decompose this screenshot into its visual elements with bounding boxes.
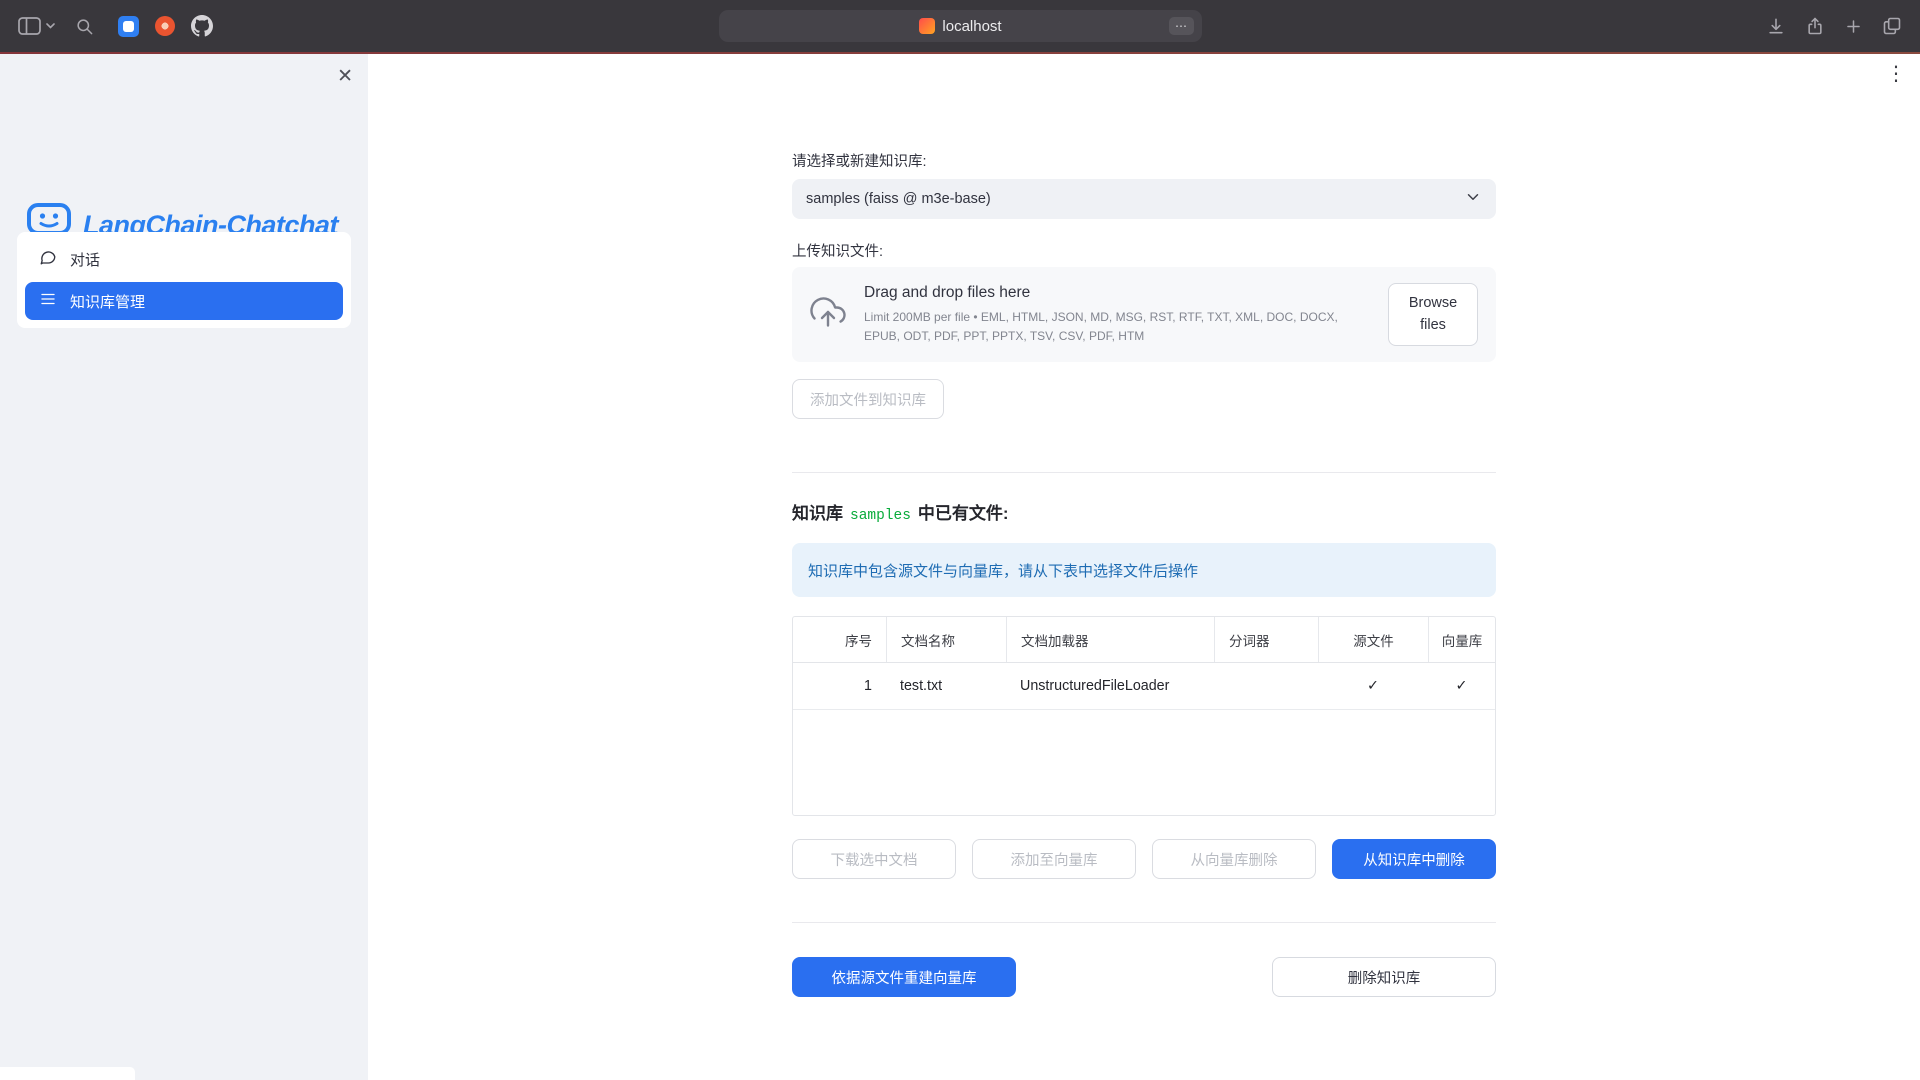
cell-loader: UnstructuredFileLoader bbox=[1006, 663, 1214, 709]
sidebar-item-label: 知识库管理 bbox=[70, 291, 145, 312]
share-icon bbox=[1805, 16, 1825, 36]
download-selected-docs-button[interactable]: 下载选中文档 bbox=[792, 839, 956, 879]
kb-bottom-actions: 依据源文件重建向量库 删除知识库 bbox=[792, 957, 1496, 997]
select-kb-label: 请选择或新建知识库: bbox=[792, 150, 1496, 171]
screen: localhost ⋯ bbox=[0, 0, 1920, 1080]
github-icon[interactable] bbox=[191, 15, 213, 37]
blue-extension-icon[interactable] bbox=[118, 16, 139, 37]
browser-status-strip bbox=[0, 1067, 135, 1080]
list-icon bbox=[39, 290, 57, 312]
browse-files-button[interactable]: Browse files bbox=[1388, 283, 1478, 345]
site-favicon bbox=[919, 18, 935, 34]
app-sidebar: ✕ LangChain-Chatchat 对话 bbox=[0, 54, 368, 1080]
tabs-icon bbox=[1882, 16, 1902, 36]
search-icon bbox=[75, 17, 94, 36]
sidebar-item-kb-management[interactable]: 知识库管理 bbox=[25, 282, 343, 320]
browser-toolbar: localhost ⋯ bbox=[0, 0, 1920, 52]
existing-files-heading: 知识库 samples 中已有文件: bbox=[792, 499, 1496, 524]
cell-source-file-check: ✓ bbox=[1318, 663, 1428, 709]
cell-splitter bbox=[1214, 663, 1318, 709]
cell-vector-store-check: ✓ bbox=[1428, 663, 1495, 709]
delete-from-kb-button[interactable]: 从知识库中删除 bbox=[1332, 839, 1496, 879]
page-options-button[interactable]: ⋯ bbox=[1169, 17, 1194, 35]
kb-selectbox[interactable]: samples (faiss @ m3e-base) bbox=[792, 179, 1496, 219]
add-to-vector-store-button[interactable]: 添加至向量库 bbox=[972, 839, 1136, 879]
table-header-row: 序号 文档名称 文档加载器 分词器 源文件 向量库 bbox=[793, 617, 1495, 663]
toolbar-left-group bbox=[18, 0, 213, 52]
table-header-vector-store[interactable]: 向量库 bbox=[1428, 617, 1495, 662]
tab-overview-button[interactable] bbox=[1882, 16, 1902, 36]
kb-name-code: samples bbox=[850, 508, 911, 524]
divider bbox=[792, 472, 1496, 473]
dropzone-title: Drag and drop files here bbox=[864, 284, 1370, 302]
table-header-splitter[interactable]: 分词器 bbox=[1214, 617, 1318, 662]
table-header-index[interactable]: 序号 bbox=[793, 617, 886, 662]
table-header-doc-name[interactable]: 文档名称 bbox=[886, 617, 1006, 662]
orange-extension-icon[interactable] bbox=[155, 16, 175, 36]
url-text: localhost bbox=[942, 18, 1001, 35]
new-tab-button[interactable] bbox=[1844, 17, 1863, 36]
heading-suffix: 中已有文件: bbox=[918, 499, 1009, 524]
table-header-loader[interactable]: 文档加载器 bbox=[1006, 617, 1214, 662]
search-button[interactable] bbox=[75, 17, 94, 36]
download-icon bbox=[1766, 16, 1786, 36]
divider bbox=[792, 922, 1496, 923]
upload-files-label: 上传知识文件: bbox=[792, 240, 1496, 261]
toolbar-right-group bbox=[1766, 0, 1902, 52]
sidebar-icon bbox=[18, 17, 41, 35]
row-action-buttons: 下载选中文档 添加至向量库 从向量库删除 从知识库中删除 bbox=[792, 839, 1496, 879]
kb-management-page: 请选择或新建知识库: samples (faiss @ m3e-base) 上传… bbox=[792, 54, 1496, 997]
share-button[interactable] bbox=[1805, 16, 1825, 36]
extensions-group bbox=[118, 15, 213, 37]
app-menu-kebab-icon[interactable]: ⋮ bbox=[1886, 64, 1906, 84]
plus-icon bbox=[1844, 17, 1863, 36]
dropzone-limit-hint: Limit 200MB per file • EML, HTML, JSON, … bbox=[864, 308, 1370, 345]
dropzone-text: Drag and drop files here Limit 200MB per… bbox=[864, 284, 1370, 345]
file-dropzone[interactable]: Drag and drop files here Limit 200MB per… bbox=[792, 267, 1496, 362]
sidebar-close-button[interactable]: ✕ bbox=[337, 67, 353, 86]
chat-bubble-icon bbox=[39, 248, 57, 270]
cell-doc-name: test.txt bbox=[886, 663, 1006, 709]
sidebar-item-label: 对话 bbox=[70, 249, 100, 270]
delete-from-vector-store-button[interactable]: 从向量库删除 bbox=[1152, 839, 1316, 879]
upload-cloud-icon bbox=[810, 294, 846, 335]
chevron-down-icon bbox=[1464, 188, 1482, 210]
table-row[interactable]: 1 test.txt UnstructuredFileLoader ✓ ✓ bbox=[793, 663, 1495, 710]
heading-prefix: 知识库 bbox=[792, 499, 843, 524]
delete-kb-button[interactable]: 删除知识库 bbox=[1272, 957, 1496, 997]
rebuild-vector-store-button[interactable]: 依据源文件重建向量库 bbox=[792, 957, 1016, 997]
cell-index: 1 bbox=[793, 663, 886, 709]
chevron-down-icon bbox=[46, 23, 55, 29]
sidebar-toggle-button[interactable] bbox=[18, 17, 55, 35]
info-message: 知识库中包含源文件与向量库，请从下表中选择文件后操作 bbox=[792, 543, 1496, 597]
kb-selectbox-value: samples (faiss @ m3e-base) bbox=[806, 191, 991, 207]
sidebar-item-dialogue[interactable]: 对话 bbox=[25, 240, 343, 278]
sidebar-menu: 对话 知识库管理 bbox=[17, 232, 351, 328]
table-header-source-file[interactable]: 源文件 bbox=[1318, 617, 1428, 662]
address-bar[interactable]: localhost ⋯ bbox=[719, 10, 1202, 42]
file-table: 序号 文档名称 文档加载器 分词器 源文件 向量库 1 test.txt Uns… bbox=[792, 616, 1496, 816]
add-files-to-kb-button[interactable]: 添加文件到知识库 bbox=[792, 379, 944, 419]
downloads-button[interactable] bbox=[1766, 16, 1786, 36]
